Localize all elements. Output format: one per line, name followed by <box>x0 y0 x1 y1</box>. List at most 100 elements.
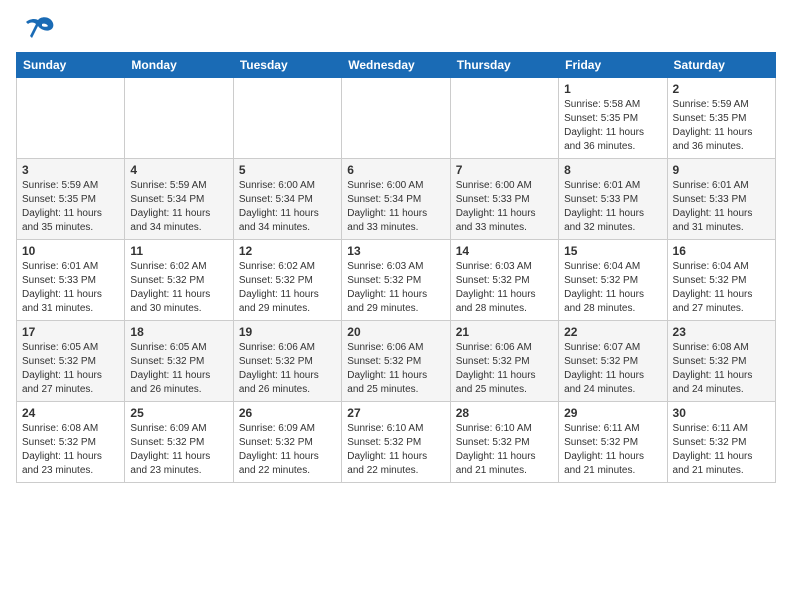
col-header-thursday: Thursday <box>450 53 558 78</box>
day-number: 16 <box>673 244 770 258</box>
day-number: 4 <box>130 163 227 177</box>
day-info: Sunrise: 6:02 AM Sunset: 5:32 PM Dayligh… <box>239 260 336 316</box>
day-info: Sunrise: 6:06 AM Sunset: 5:32 PM Dayligh… <box>347 341 444 397</box>
day-info: Sunrise: 6:11 AM Sunset: 5:32 PM Dayligh… <box>673 422 770 478</box>
calendar-cell: 15 Sunrise: 6:04 AM Sunset: 5:32 PM Dayli… <box>559 240 667 321</box>
calendar-cell: 23Sunrise: 6:08 AM Sunset: 5:32 PM Dayli… <box>667 321 775 402</box>
calendar-cell: 6 Sunrise: 6:00 AM Sunset: 5:34 PM Daylig… <box>342 159 450 240</box>
calendar-cell <box>233 78 341 159</box>
col-header-friday: Friday <box>559 53 667 78</box>
day-info: Sunrise: 6:05 AM Sunset: 5:32 PM Dayligh… <box>130 341 227 397</box>
calendar-cell <box>125 78 233 159</box>
calendar-cell <box>17 78 125 159</box>
day-info: Sunrise: 6:01 AM Sunset: 5:33 PM Dayligh… <box>564 179 661 235</box>
day-info: Sunrise: 6:00 AM Sunset: 5:34 PM Dayligh… <box>347 179 444 235</box>
day-number: 14 <box>456 244 553 258</box>
calendar-cell: 7 Sunrise: 6:00 AM Sunset: 5:33 PM Daylig… <box>450 159 558 240</box>
calendar-week-row: 17 Sunrise: 6:05 AM Sunset: 5:32 PM Dayli… <box>17 321 776 402</box>
day-number: 8 <box>564 163 661 177</box>
calendar-week-row: 3 Sunrise: 5:59 AM Sunset: 5:35 PM Daylig… <box>17 159 776 240</box>
calendar-cell: 1Sunrise: 5:58 AM Sunset: 5:35 PM Daylig… <box>559 78 667 159</box>
day-number: 9 <box>673 163 770 177</box>
day-number: 29 <box>564 406 661 420</box>
calendar-cell: 4 Sunrise: 5:59 AM Sunset: 5:34 PM Daylig… <box>125 159 233 240</box>
day-number: 18 <box>130 325 227 339</box>
calendar-cell: 18 Sunrise: 6:05 AM Sunset: 5:32 PM Dayli… <box>125 321 233 402</box>
calendar-cell: 26Sunrise: 6:09 AM Sunset: 5:32 PM Dayli… <box>233 402 341 483</box>
day-number: 19 <box>239 325 336 339</box>
day-number: 2 <box>673 82 770 96</box>
day-info: Sunrise: 6:08 AM Sunset: 5:32 PM Dayligh… <box>22 422 119 478</box>
day-info: Sunrise: 6:08 AM Sunset: 5:32 PM Dayligh… <box>673 341 770 397</box>
day-number: 11 <box>130 244 227 258</box>
day-number: 26 <box>239 406 336 420</box>
day-number: 3 <box>22 163 119 177</box>
day-info: Sunrise: 6:00 AM Sunset: 5:33 PM Dayligh… <box>456 179 553 235</box>
calendar-week-row: 10 Sunrise: 6:01 AM Sunset: 5:33 PM Dayli… <box>17 240 776 321</box>
day-number: 17 <box>22 325 119 339</box>
day-info: Sunrise: 6:01 AM Sunset: 5:33 PM Dayligh… <box>22 260 119 316</box>
day-number: 21 <box>456 325 553 339</box>
day-info: Sunrise: 6:03 AM Sunset: 5:32 PM Dayligh… <box>456 260 553 316</box>
day-info: Sunrise: 5:59 AM Sunset: 5:35 PM Dayligh… <box>22 179 119 235</box>
calendar-cell: 8 Sunrise: 6:01 AM Sunset: 5:33 PM Daylig… <box>559 159 667 240</box>
calendar-cell: 30Sunrise: 6:11 AM Sunset: 5:32 PM Dayli… <box>667 402 775 483</box>
day-number: 12 <box>239 244 336 258</box>
page-header <box>16 16 776 44</box>
day-info: Sunrise: 6:06 AM Sunset: 5:32 PM Dayligh… <box>239 341 336 397</box>
calendar-cell: 20 Sunrise: 6:06 AM Sunset: 5:32 PM Dayli… <box>342 321 450 402</box>
day-number: 10 <box>22 244 119 258</box>
day-info: Sunrise: 6:05 AM Sunset: 5:32 PM Dayligh… <box>22 341 119 397</box>
calendar-cell: 29 Sunrise: 6:11 AM Sunset: 5:32 PM Dayli… <box>559 402 667 483</box>
calendar-cell: 16 Sunrise: 6:04 AM Sunset: 5:32 PM Dayli… <box>667 240 775 321</box>
day-number: 6 <box>347 163 444 177</box>
calendar-cell: 19 Sunrise: 6:06 AM Sunset: 5:32 PM Dayli… <box>233 321 341 402</box>
calendar-cell: 21 Sunrise: 6:06 AM Sunset: 5:32 PM Dayli… <box>450 321 558 402</box>
day-info: Sunrise: 6:04 AM Sunset: 5:32 PM Dayligh… <box>564 260 661 316</box>
day-info: Sunrise: 5:59 AM Sunset: 5:34 PM Dayligh… <box>130 179 227 235</box>
day-number: 24 <box>22 406 119 420</box>
day-info: Sunrise: 5:59 AM Sunset: 5:35 PM Dayligh… <box>673 98 770 154</box>
day-info: Sunrise: 6:01 AM Sunset: 5:33 PM Dayligh… <box>673 179 770 235</box>
calendar-cell: 24 Sunrise: 6:08 AM Sunset: 5:32 PM Dayli… <box>17 402 125 483</box>
col-header-wednesday: Wednesday <box>342 53 450 78</box>
calendar-cell: 10 Sunrise: 6:01 AM Sunset: 5:33 PM Dayli… <box>17 240 125 321</box>
day-info: Sunrise: 6:09 AM Sunset: 5:32 PM Dayligh… <box>130 422 227 478</box>
day-number: 27 <box>347 406 444 420</box>
col-header-sunday: Sunday <box>17 53 125 78</box>
day-number: 5 <box>239 163 336 177</box>
calendar-cell: 11Sunrise: 6:02 AM Sunset: 5:32 PM Dayli… <box>125 240 233 321</box>
day-info: Sunrise: 6:07 AM Sunset: 5:32 PM Dayligh… <box>564 341 661 397</box>
calendar-cell: 28Sunrise: 6:10 AM Sunset: 5:32 PM Dayli… <box>450 402 558 483</box>
calendar-cell: 27 Sunrise: 6:10 AM Sunset: 5:32 PM Dayli… <box>342 402 450 483</box>
calendar-cell: 5 Sunrise: 6:00 AM Sunset: 5:34 PM Daylig… <box>233 159 341 240</box>
calendar-cell: 2 Sunrise: 5:59 AM Sunset: 5:35 PM Daylig… <box>667 78 775 159</box>
calendar-cell: 13Sunrise: 6:03 AM Sunset: 5:32 PM Dayli… <box>342 240 450 321</box>
calendar-cell <box>450 78 558 159</box>
logo <box>16 16 56 44</box>
day-number: 1 <box>564 82 661 96</box>
calendar-cell: 14 Sunrise: 6:03 AM Sunset: 5:32 PM Dayli… <box>450 240 558 321</box>
col-header-saturday: Saturday <box>667 53 775 78</box>
calendar-cell: 25 Sunrise: 6:09 AM Sunset: 5:32 PM Dayli… <box>125 402 233 483</box>
day-info: Sunrise: 6:06 AM Sunset: 5:32 PM Dayligh… <box>456 341 553 397</box>
day-info: Sunrise: 6:10 AM Sunset: 5:32 PM Dayligh… <box>347 422 444 478</box>
day-info: Sunrise: 6:04 AM Sunset: 5:32 PM Dayligh… <box>673 260 770 316</box>
col-header-monday: Monday <box>125 53 233 78</box>
day-number: 20 <box>347 325 444 339</box>
calendar-cell: 3 Sunrise: 5:59 AM Sunset: 5:35 PM Daylig… <box>17 159 125 240</box>
day-number: 22 <box>564 325 661 339</box>
calendar-cell: 22 Sunrise: 6:07 AM Sunset: 5:32 PM Dayli… <box>559 321 667 402</box>
day-info: Sunrise: 6:00 AM Sunset: 5:34 PM Dayligh… <box>239 179 336 235</box>
calendar-week-row: 1Sunrise: 5:58 AM Sunset: 5:35 PM Daylig… <box>17 78 776 159</box>
calendar-week-row: 24 Sunrise: 6:08 AM Sunset: 5:32 PM Dayli… <box>17 402 776 483</box>
calendar-header-row: SundayMondayTuesdayWednesdayThursdayFrid… <box>17 53 776 78</box>
day-number: 7 <box>456 163 553 177</box>
day-info: Sunrise: 6:03 AM Sunset: 5:32 PM Dayligh… <box>347 260 444 316</box>
calendar-cell <box>342 78 450 159</box>
day-number: 25 <box>130 406 227 420</box>
day-number: 15 <box>564 244 661 258</box>
calendar-table: SundayMondayTuesdayWednesdayThursdayFrid… <box>16 52 776 483</box>
day-info: Sunrise: 6:11 AM Sunset: 5:32 PM Dayligh… <box>564 422 661 478</box>
logo-bird-icon <box>20 16 56 44</box>
